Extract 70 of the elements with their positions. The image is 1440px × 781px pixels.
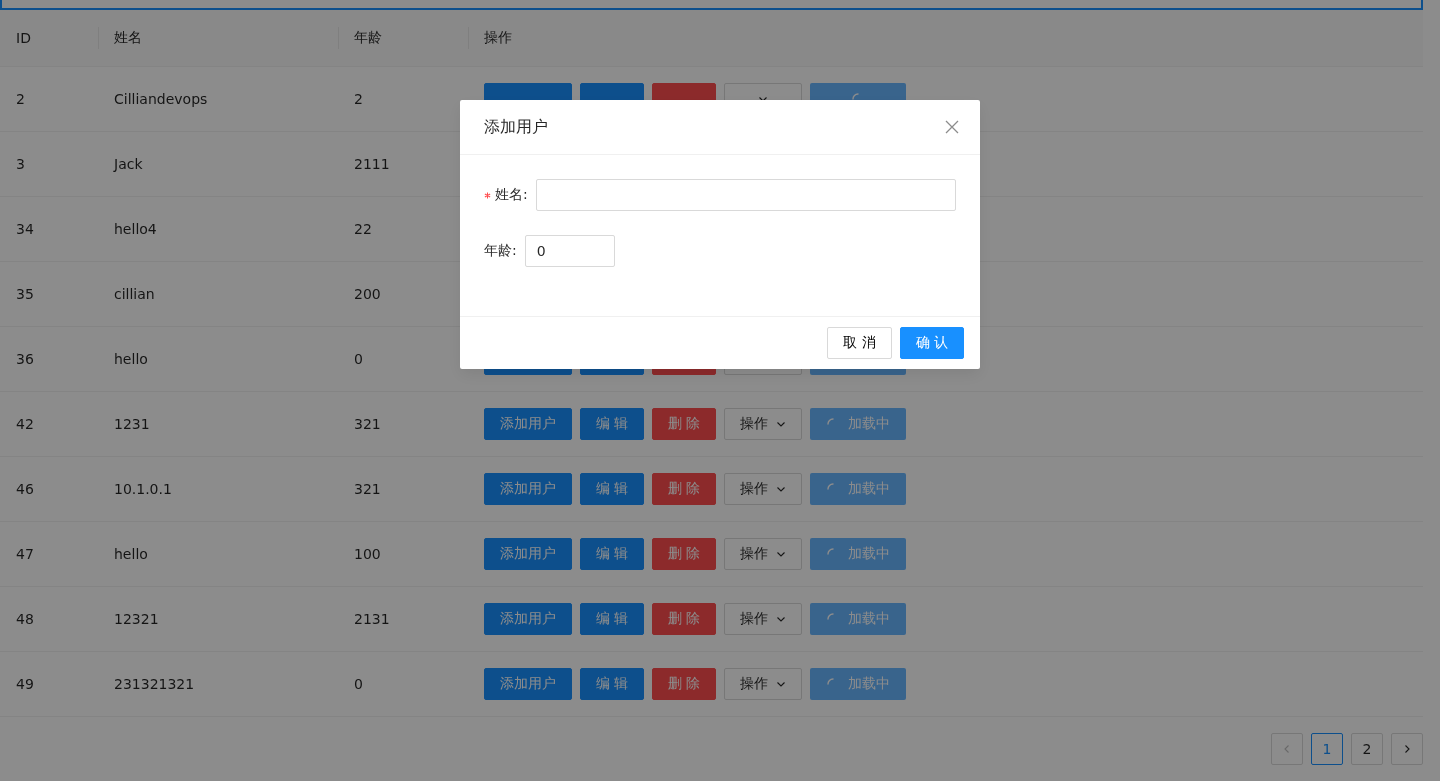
chevron-right-icon <box>1402 744 1412 754</box>
table-cell: Cilliandevops <box>114 91 208 107</box>
dialog-title: 添加用户 <box>484 116 548 138</box>
table-cell: 12321 <box>114 611 159 627</box>
edit-button[interactable]: 编 辑 <box>580 668 644 700</box>
dropdown-button[interactable]: 操作 <box>724 538 802 570</box>
cancel-button[interactable]: 取 消 <box>827 327 892 359</box>
table-cell: 2 <box>354 91 363 107</box>
edit-button[interactable]: 编 辑 <box>580 473 644 505</box>
add-user-button[interactable]: 添加用户 <box>484 538 572 570</box>
table-cell: 0 <box>354 351 363 367</box>
column-header: 姓名 <box>114 29 142 47</box>
close-icon[interactable] <box>944 119 960 135</box>
edit-button[interactable]: 编 辑 <box>580 538 644 570</box>
table-cell: 0 <box>354 676 363 692</box>
column-header: 操作 <box>484 29 512 47</box>
chevron-down-icon <box>776 419 786 429</box>
table-cell: 321 <box>354 481 381 497</box>
table-cell: 49 <box>16 676 34 692</box>
delete-button[interactable]: 删 除 <box>652 473 716 505</box>
age-input[interactable]: 0 <box>524 235 615 267</box>
add-user-button[interactable]: 添加用户 <box>484 668 572 700</box>
table-cell: 48 <box>16 611 34 627</box>
table-cell: 2131 <box>354 611 390 627</box>
confirm-button[interactable]: 确 认 <box>899 327 964 359</box>
chevron-down-icon <box>776 679 786 689</box>
table-cell: 1231 <box>114 416 150 432</box>
dropdown-button[interactable]: 操作 <box>724 668 802 700</box>
table-cell: hello4 <box>114 221 157 237</box>
delete-button[interactable]: 删 除 <box>652 603 716 635</box>
name-input[interactable] <box>535 179 956 211</box>
table-cell: 22 <box>354 221 372 237</box>
add-user-button[interactable]: 添加用户 <box>484 473 572 505</box>
page-button[interactable]: 2 <box>1351 733 1383 765</box>
delete-button[interactable]: 删 除 <box>652 538 716 570</box>
table-cell: 231321321 <box>114 676 195 692</box>
column-header: 年龄 <box>354 29 382 47</box>
dropdown-button[interactable]: 操作 <box>724 473 802 505</box>
table-cell: 10.1.0.1 <box>114 481 172 497</box>
chevron-down-icon <box>776 484 786 494</box>
table-cell: 100 <box>354 546 381 562</box>
chevron-down-icon <box>776 549 786 559</box>
table-cell: hello <box>114 351 148 367</box>
table-cell: Jack <box>114 156 143 172</box>
field-label: 年龄: <box>484 242 518 260</box>
table-cell: 321 <box>354 416 381 432</box>
edit-button[interactable]: 编 辑 <box>580 603 644 635</box>
table-cell: 3 <box>16 156 25 172</box>
column-header: ID <box>16 30 31 46</box>
table-cell: 47 <box>16 546 34 562</box>
delete-button[interactable]: 删 除 <box>652 408 716 440</box>
table-cell: 35 <box>16 286 34 302</box>
table-cell: cillian <box>114 286 155 302</box>
table-cell: 2111 <box>354 156 390 172</box>
table-cell: 36 <box>16 351 34 367</box>
add-user-button[interactable]: 添加用户 <box>484 408 572 440</box>
add-user-button[interactable]: 添加用户 <box>484 603 572 635</box>
dropdown-button[interactable]: 操作 <box>724 603 802 635</box>
page-button[interactable]: 1 <box>1311 733 1343 765</box>
edit-button[interactable]: 编 辑 <box>580 408 644 440</box>
table-cell: 34 <box>16 221 34 237</box>
table-cell: 42 <box>16 416 34 432</box>
delete-button[interactable]: 删 除 <box>652 668 716 700</box>
table-cell: 2 <box>16 91 25 107</box>
dropdown-button[interactable]: 操作 <box>724 408 802 440</box>
table-cell: 46 <box>16 481 34 497</box>
field-label: 姓名: <box>495 186 529 204</box>
table-cell: hello <box>114 546 148 562</box>
table-cell: 200 <box>354 286 381 302</box>
chevron-down-icon <box>776 614 786 624</box>
